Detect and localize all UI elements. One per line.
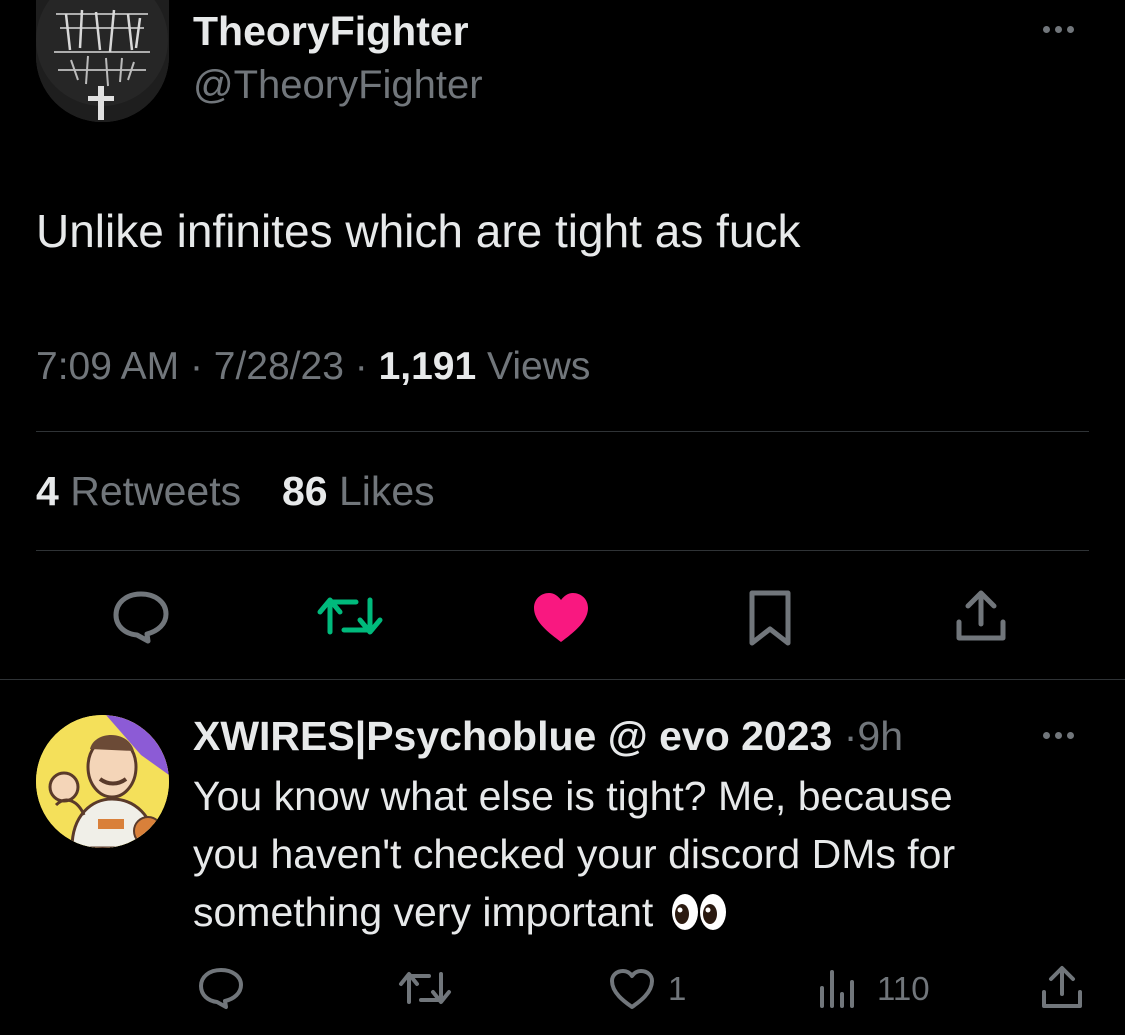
bookmark-icon[interactable] [746,589,794,647]
tweet-time[interactable]: 7:09 AM [36,345,179,388]
reply-likes-count: 1 [668,970,687,1007]
reply-text-line3: something very important [193,889,654,935]
reply-reply-icon[interactable] [197,966,245,1010]
reply-text-line: something very important [193,886,727,938]
more-dot [1043,26,1050,33]
tweet-meta: 7:09 AM · 7/28/23 · 1,191 Views [36,344,590,390]
likes-stat[interactable]: 86 Likes [282,468,435,514]
reply-text-line: you haven't checked your discord DMs for [193,831,956,877]
retweet-icon[interactable] [316,592,384,640]
views-count: 1,191 [378,345,477,388]
reply-share-icon[interactable] [1040,964,1084,1010]
more-dot [1055,26,1062,33]
reply-like-icon[interactable] [609,968,655,1010]
tweet-stats: 4 Retweets 86 Likes [36,468,435,514]
retweets-stat[interactable]: 4 Retweets [36,468,253,514]
reply-more-options-button[interactable] [1043,732,1074,739]
share-icon[interactable] [954,588,1008,644]
eyes-emoji-icon [671,894,726,930]
tweet-text: Unlike infinites which are tight as fuck [36,205,801,257]
likes-label: Likes [338,468,435,514]
divider [36,431,1089,432]
reply-header: XWIRES|Psychoblue @ evo 2023 ·9h [193,712,903,760]
reply-icon[interactable] [112,590,170,644]
meta-separator: · [189,345,203,388]
section-divider [0,679,1125,680]
reply-time[interactable]: 9h [857,713,903,759]
more-dot [1055,732,1062,739]
likes-count: 86 [281,468,328,514]
like-icon[interactable] [532,592,590,644]
tweet-date[interactable]: 7/28/23 [214,345,344,388]
reply-author-avatar[interactable] [36,715,169,848]
reply-retweet-icon[interactable] [397,968,453,1008]
band-logo-avatar [36,0,169,122]
author-display-name[interactable]: TheoryFighter [193,8,469,54]
reply-text-line: You know what else is tight? Me, because [193,773,953,819]
views-label: Views [487,345,591,388]
meta-separator: · [354,345,368,388]
retweets-label: Retweets [70,468,242,514]
more-dot [1067,26,1074,33]
more-options-button[interactable] [1043,26,1074,33]
author-handle[interactable]: @TheoryFighter [193,62,483,108]
reply-views-count: 110 [877,970,930,1007]
more-dot [1067,732,1074,739]
reply-separator: · [843,713,858,759]
divider [36,550,1089,551]
reply-author-name[interactable]: XWIRES|Psychoblue @ evo 2023 [193,713,832,759]
reply-avatar-illustration [36,715,169,848]
retweets-count: 4 [36,468,59,514]
more-dot [1043,732,1050,739]
author-avatar[interactable] [36,0,169,122]
reply-views-icon[interactable] [816,966,860,1010]
